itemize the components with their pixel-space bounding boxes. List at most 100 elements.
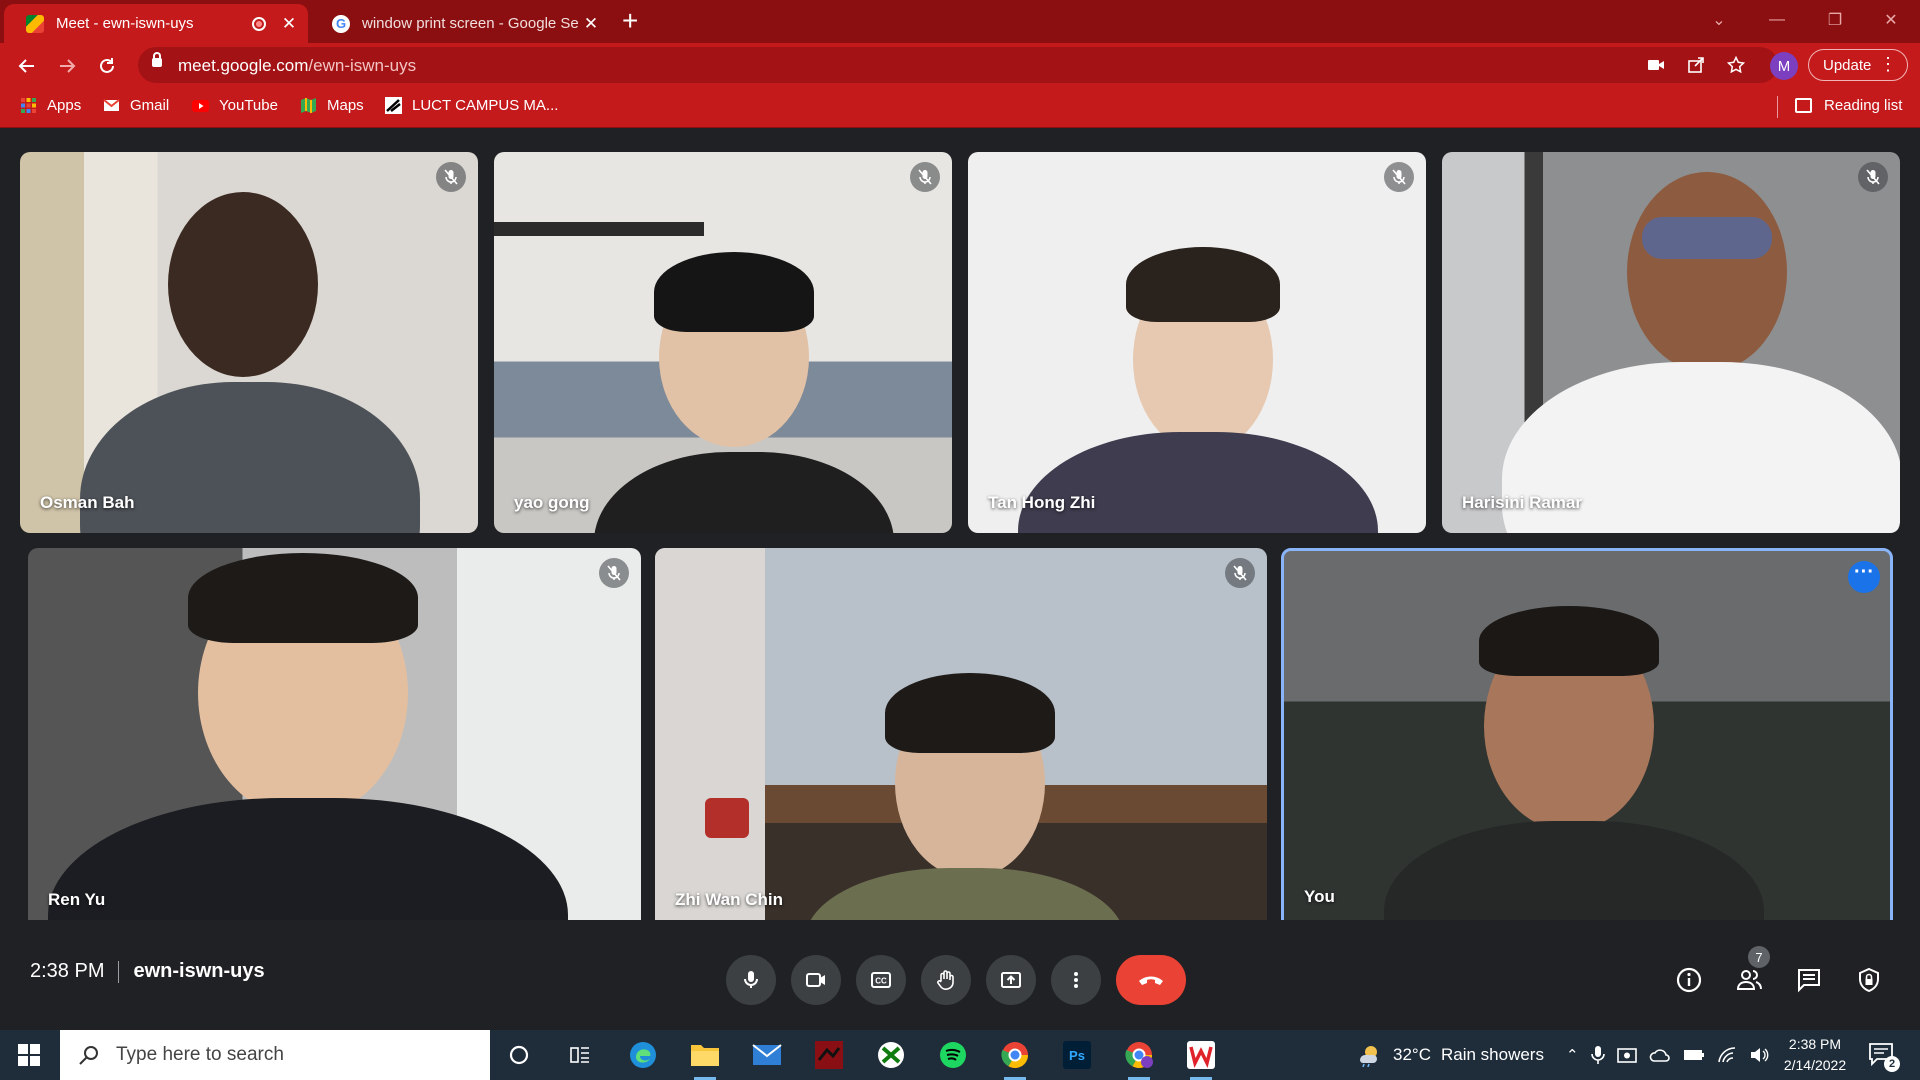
people-button[interactable] [1734, 965, 1764, 995]
more-options-button[interactable]: ··· [1848, 561, 1880, 593]
bookmarks-bar: Apps Gmail YouTube Maps LUCT CAMPUS MA..… [0, 87, 1920, 128]
action-center-button[interactable]: 2 [1868, 1042, 1900, 1072]
chrome-profile-app[interactable] [1122, 1038, 1156, 1080]
muted-mic-icon [436, 162, 466, 192]
bookmark-apps[interactable]: Apps [20, 97, 81, 114]
meeting-details: 2:38 PM ewn-iswn-uys [30, 960, 265, 983]
cortana-button[interactable] [502, 1038, 536, 1072]
forward-button[interactable] [52, 51, 82, 81]
xbox-icon [878, 1042, 904, 1068]
share-icon[interactable] [1686, 55, 1706, 75]
game-app[interactable] [812, 1038, 846, 1072]
reading-list-button[interactable]: Reading list [1795, 97, 1902, 114]
start-button[interactable] [0, 1030, 58, 1080]
self-view-tile[interactable]: ··· You [1281, 548, 1893, 930]
shield-lock-icon [1859, 967, 1879, 993]
webcam-in-use-icon[interactable] [1616, 1046, 1637, 1064]
participant-tile[interactable]: Zhi Wan Chin [655, 548, 1267, 930]
participant-tile[interactable]: yao gong [494, 152, 952, 533]
bookmark-label: LUCT CAMPUS MA... [412, 97, 559, 114]
participant-video-hair [1126, 247, 1280, 322]
battery-icon[interactable] [1683, 1048, 1705, 1062]
tab-title: window print screen - Google Se [362, 15, 579, 32]
chrome-app[interactable] [998, 1038, 1032, 1080]
reading-list-icon [1795, 98, 1812, 113]
participant-tile[interactable]: Ren Yu [28, 548, 641, 930]
task-view-button[interactable] [563, 1038, 597, 1072]
mail-app[interactable] [750, 1038, 784, 1072]
clock-date: 2/14/2022 [1783, 1057, 1847, 1073]
taskbar-clock[interactable]: 2:38 PM 2/14/2022 [1770, 1034, 1860, 1076]
taskbar-search[interactable]: Type here to search [60, 1030, 490, 1080]
spotify-app[interactable] [936, 1038, 970, 1072]
microphone-icon [744, 971, 758, 988]
meeting-code: ewn-iswn-uys [133, 960, 265, 982]
browser-tabstrip: Meet - ewn-iswn-uys ✕ G window print scr… [0, 0, 1920, 43]
bookmark-gmail[interactable]: Gmail [103, 97, 169, 114]
participant-name: You [1304, 887, 1335, 906]
reading-list-label: Reading list [1824, 97, 1903, 114]
host-controls-button[interactable] [1854, 965, 1884, 995]
file-explorer-app[interactable] [688, 1038, 722, 1080]
microphone-button[interactable] [726, 955, 776, 1005]
update-button[interactable]: Update ⋮ [1808, 49, 1908, 81]
restore-button[interactable]: ❐ [1806, 0, 1864, 40]
url-text: meet.google.com/ewn-iswn-uys [178, 56, 416, 76]
microphone-in-use-icon[interactable] [1590, 1045, 1605, 1065]
camera-button[interactable] [791, 955, 841, 1005]
background-mug [705, 798, 749, 838]
url-path: /ewn-iswn-uys [308, 56, 417, 75]
participant-tile[interactable]: Tan Hong Zhi [968, 152, 1426, 533]
reload-button[interactable] [92, 51, 122, 81]
weather-widget[interactable]: 32°C Rain showers [1355, 1030, 1544, 1080]
photoshop-icon: Ps [1063, 1041, 1091, 1069]
bookmark-youtube[interactable]: YouTube [192, 97, 278, 114]
people-count-badge: 7 [1748, 946, 1770, 968]
participant-video-hair [1479, 606, 1659, 676]
bookmark-star-icon[interactable] [1726, 55, 1746, 75]
participant-tile[interactable]: Harisini Ramar [1442, 152, 1900, 533]
tab-google-search[interactable]: G window print screen - Google Se ✕ [310, 4, 610, 43]
luct-icon [385, 97, 402, 114]
raise-hand-button[interactable] [921, 955, 971, 1005]
windows-taskbar: Type here to search Ps 32°C Rain showers [0, 1030, 1920, 1080]
edge-icon [630, 1042, 656, 1068]
volume-icon[interactable] [1749, 1046, 1769, 1064]
tab-search-icon[interactable]: ⌄ [1690, 0, 1748, 40]
windows-logo-icon [18, 1044, 40, 1066]
show-hidden-icons-icon[interactable]: ⌃ [1566, 1046, 1579, 1064]
bookmark-luct[interactable]: LUCT CAMPUS MA... [385, 97, 558, 114]
photoshop-app[interactable]: Ps [1060, 1038, 1094, 1072]
more-options-button[interactable] [1051, 955, 1101, 1005]
tab-meet[interactable]: Meet - ewn-iswn-uys ✕ [4, 4, 308, 43]
edge-app[interactable] [626, 1038, 660, 1072]
new-tab-button[interactable]: + [622, 6, 638, 36]
svg-text:Ps: Ps [1069, 1048, 1085, 1063]
minimize-button[interactable]: — [1748, 0, 1806, 40]
captions-button[interactable]: CC [856, 955, 906, 1005]
profile-avatar[interactable]: M [1770, 52, 1798, 80]
more-vert-icon [1074, 972, 1078, 988]
address-bar[interactable]: meet.google.com/ewn-iswn-uys [138, 47, 1778, 83]
chrome-profile-icon [1125, 1042, 1153, 1069]
mail-icon [752, 1044, 782, 1065]
participant-video-hair [654, 252, 814, 332]
close-tab-icon[interactable]: ✕ [582, 14, 600, 34]
bookmark-label: YouTube [219, 97, 278, 114]
onedrive-icon[interactable] [1649, 1047, 1671, 1063]
leave-call-button[interactable] [1116, 955, 1186, 1005]
wps-app[interactable] [1184, 1038, 1218, 1080]
closed-captions-icon: CC [871, 972, 891, 988]
camera-in-use-icon[interactable] [1646, 55, 1666, 75]
wifi-icon[interactable] [1717, 1046, 1737, 1064]
close-window-button[interactable]: ✕ [1862, 0, 1920, 40]
meeting-details-button[interactable] [1674, 965, 1704, 995]
present-screen-button[interactable] [986, 955, 1036, 1005]
close-tab-icon[interactable]: ✕ [280, 14, 298, 34]
bookmark-maps[interactable]: Maps [300, 97, 364, 114]
back-button[interactable] [12, 51, 42, 81]
xbox-app[interactable] [874, 1038, 908, 1072]
chrome-menu-icon[interactable]: ⋮ [1879, 54, 1897, 75]
participant-tile[interactable]: Osman Bah [20, 152, 478, 533]
chat-button[interactable] [1794, 965, 1824, 995]
